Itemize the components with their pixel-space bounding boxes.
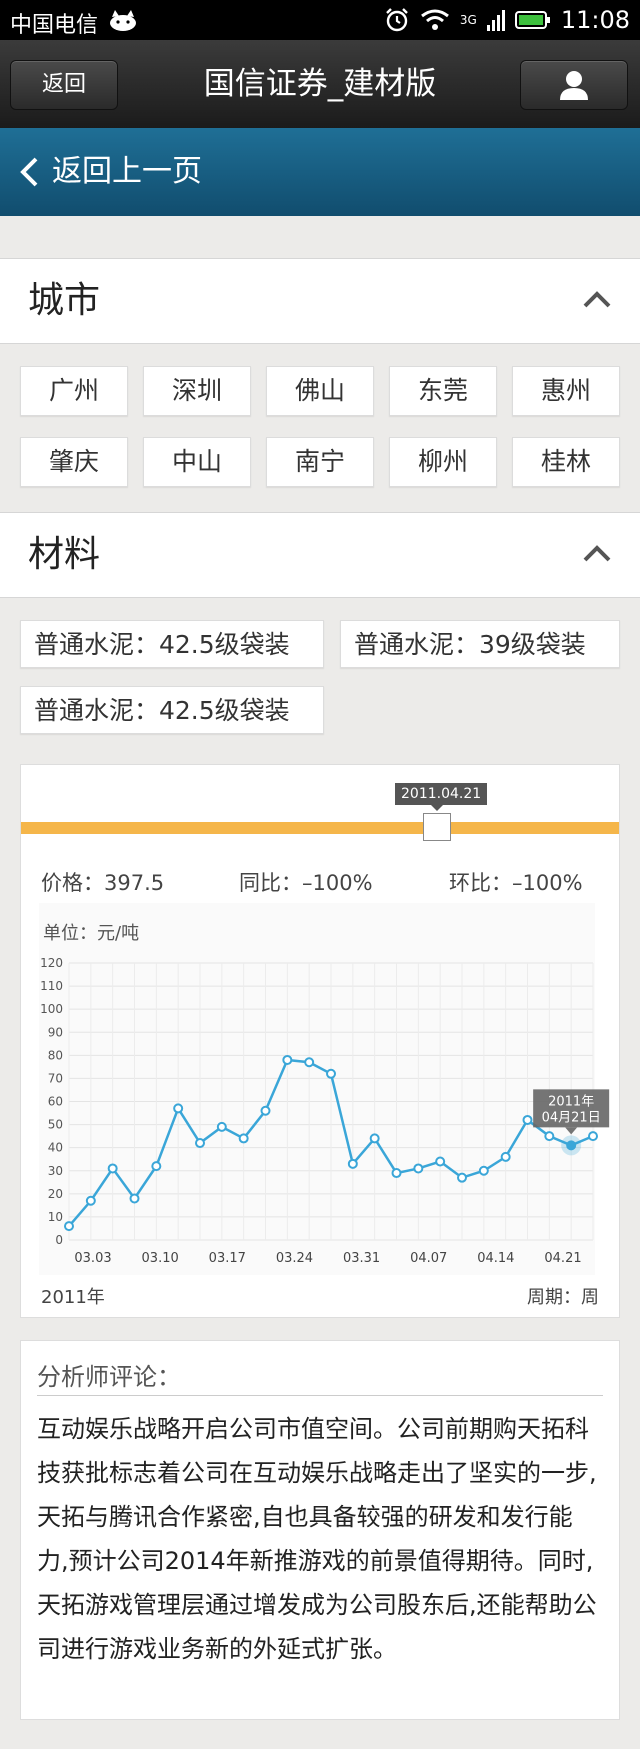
city-section-title: 城市: [28, 280, 101, 321]
y-tick-label: 20: [48, 1187, 63, 1201]
data-point: [238, 1133, 249, 1144]
chart-period-label: 周期：周: [527, 1287, 599, 1308]
data-point: [260, 1105, 271, 1116]
status-bar: 中国电信 3G 11:08: [0, 0, 640, 40]
material-tag[interactable]: 普通水泥：39级袋装: [340, 620, 620, 668]
y-tick-label: 50: [48, 1118, 63, 1132]
data-point: [369, 1133, 380, 1144]
back-to-previous-label: 返回上一页: [52, 154, 202, 189]
material-section-header[interactable]: 材料: [0, 512, 640, 598]
y-tick-label: 100: [40, 1002, 63, 1016]
data-point: [588, 1131, 598, 1142]
user-button[interactable]: [520, 60, 628, 110]
wifi-icon: [420, 9, 449, 30]
analyst-comment-card: 分析师评论： 互动娱乐战略开启公司市值空间。公司前期购天拓科技获批标志着公司在互…: [20, 1340, 620, 1720]
y-tick-label: 10: [48, 1210, 63, 1224]
data-point: [391, 1168, 402, 1179]
city-button[interactable]: 中山: [143, 437, 251, 487]
x-tick-label: 03.24: [276, 1251, 313, 1266]
data-point: [151, 1161, 162, 1172]
x-tick-label: 03.10: [142, 1251, 179, 1266]
city-button[interactable]: 佛山: [266, 366, 374, 416]
analyst-comment-body: 互动娱乐战略开启公司市值空间。公司前期购天拓科技获批标志着公司在互动娱乐战略走出…: [37, 1415, 597, 1663]
chevron-up-icon: [583, 291, 611, 308]
analyst-comment-title: 分析师评论：: [37, 1357, 603, 1396]
city-button[interactable]: 东莞: [389, 366, 497, 416]
y-tick-label: 80: [48, 1048, 63, 1062]
data-point: [129, 1193, 140, 1204]
data-point: [195, 1138, 205, 1149]
city-button[interactable]: 广州: [20, 366, 128, 416]
data-point: [413, 1163, 424, 1174]
battery-icon: [514, 11, 550, 29]
data-point: [347, 1158, 358, 1169]
x-tick-label: 03.17: [209, 1251, 246, 1266]
network-type: 3G: [459, 13, 477, 27]
x-tick-label: 04.07: [410, 1251, 447, 1266]
x-tick-label: 04.14: [477, 1251, 514, 1266]
y-tick-label: 90: [48, 1025, 63, 1039]
city-button[interactable]: 深圳: [143, 366, 251, 416]
chevron-up-icon: [583, 545, 611, 562]
material-section-title: 材料: [28, 534, 101, 575]
data-point: [304, 1057, 315, 1068]
material-tag[interactable]: 普通水泥：42.5级袋装: [20, 620, 324, 668]
y-tick-label: 60: [48, 1095, 63, 1109]
highlight-point: [566, 1140, 576, 1150]
user-icon: [560, 71, 588, 100]
city-button[interactable]: 南宁: [266, 437, 374, 487]
data-point: [544, 1131, 555, 1142]
data-point: [107, 1163, 118, 1174]
data-point: [478, 1165, 489, 1176]
data-point: [282, 1054, 293, 1065]
back-to-previous-bar[interactable]: 返回上一页: [0, 128, 640, 216]
data-point: [64, 1221, 74, 1232]
y-tick-label: 30: [48, 1164, 63, 1178]
data-point: [522, 1114, 533, 1125]
chevron-left-icon: [20, 157, 38, 187]
clock: 11:08: [560, 6, 630, 34]
price-chart-card: 2011.04.21 价格：397.5 同比：–100% 环比：–100% 单位…: [20, 764, 620, 1318]
y-tick-label: 110: [40, 979, 63, 993]
line-chart[interactable]: 0 10 20 30 40 50 60 70 80 90 100 110 120 03.03 03.10 03…: [21, 765, 619, 1317]
nav-bar: 返回 国信证券_建材版: [0, 40, 640, 129]
city-section-header[interactable]: 城市: [0, 258, 640, 344]
data-point: [173, 1103, 184, 1114]
material-tag[interactable]: 普通水泥：42.5级袋装: [20, 686, 324, 734]
y-tick-label: 120: [40, 956, 63, 970]
cat-notification-icon: [110, 10, 136, 31]
data-point: [326, 1068, 336, 1079]
x-tick-label: 03.03: [74, 1251, 111, 1266]
x-tick-label: 04.21: [544, 1251, 581, 1266]
city-button[interactable]: 肇庆: [20, 437, 128, 487]
alarm-icon: [386, 8, 408, 32]
signal-icon: [486, 10, 505, 31]
y-tick-label: 0: [55, 1233, 63, 1247]
data-point: [457, 1172, 467, 1183]
data-point: [216, 1121, 227, 1132]
data-point: [500, 1151, 511, 1162]
back-button[interactable]: 返回: [10, 60, 118, 110]
chart-tooltip-arrow: [565, 1127, 578, 1135]
y-tick-label: 40: [48, 1141, 63, 1155]
chart-tooltip-line2: 04月21日: [542, 1110, 601, 1125]
page-title: 国信证券_建材版: [203, 66, 437, 102]
city-button[interactable]: 惠州: [512, 366, 620, 416]
x-tick-label: 03.31: [343, 1251, 380, 1266]
city-button[interactable]: 桂林: [512, 437, 620, 487]
city-button[interactable]: 柳州: [389, 437, 497, 487]
chart-tooltip-line1: 2011年: [548, 1094, 594, 1109]
data-point: [435, 1156, 446, 1167]
chart-year-label: 2011年: [41, 1287, 105, 1308]
carrier-name: 中国电信: [10, 13, 99, 38]
y-tick-label: 70: [48, 1071, 63, 1085]
data-point: [85, 1195, 96, 1206]
